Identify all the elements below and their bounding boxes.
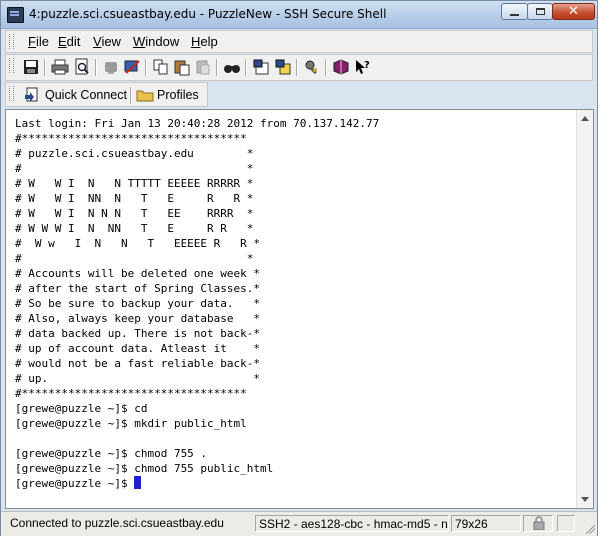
new-file-transfer-icon[interactable] bbox=[274, 58, 292, 76]
menu-view[interactable]: View bbox=[93, 34, 121, 49]
paste-icon[interactable] bbox=[173, 58, 191, 76]
paste-disabled-icon[interactable] bbox=[194, 58, 212, 76]
menu-edit[interactable]: Edit bbox=[58, 34, 80, 49]
terminal-line: # Accounts will be deleted one week * bbox=[15, 267, 261, 280]
minimize-button[interactable] bbox=[501, 3, 528, 20]
terminal-line: # after the start of Spring Classes.* bbox=[15, 282, 261, 295]
terminal-cursor bbox=[134, 476, 142, 489]
terminal-line: # W W I N N TTTTT EEEEE RRRRR * bbox=[15, 177, 254, 190]
terminal-line: # data backed up. There is not back-* bbox=[15, 327, 261, 340]
toolbar-separator bbox=[245, 59, 247, 76]
disconnect-icon[interactable] bbox=[102, 58, 120, 76]
terminal-app-icon bbox=[7, 7, 24, 23]
scroll-down-icon[interactable] bbox=[581, 497, 589, 502]
copy-icon[interactable] bbox=[152, 58, 170, 76]
terminal-line: # up of account data. Atleast it * bbox=[15, 342, 261, 355]
connection-status: Connected to puzzle.sci.csueastbay.edu bbox=[10, 516, 224, 530]
toolbar-separator bbox=[145, 59, 147, 76]
toolbar-separator bbox=[44, 59, 46, 76]
terminal-prompt-line: [grewe@puzzle ~]$ bbox=[15, 476, 142, 490]
terminal-line: # W w I N N T EEEEE R R * bbox=[15, 237, 261, 250]
terminal-line: [grewe@puzzle ~]$ chmod 755 . bbox=[15, 447, 208, 460]
terminal-prompt: [grewe@puzzle ~]$ bbox=[15, 477, 135, 490]
scroll-up-icon[interactable] bbox=[581, 116, 589, 121]
find-icon[interactable] bbox=[223, 58, 241, 76]
terminal-line: # W W I NN N T E R R * bbox=[15, 192, 254, 205]
quick-connect-bar: Quick Connect Profiles bbox=[5, 82, 208, 107]
toolbar-filler bbox=[208, 82, 593, 107]
terminal-line: # Also, always keep your database * bbox=[15, 312, 261, 325]
terminal-line: Last login: Fri Jan 13 20:40:28 2012 fro… bbox=[15, 117, 380, 130]
maximize-icon bbox=[535, 8, 545, 15]
quickbar-grip[interactable] bbox=[9, 86, 14, 101]
terminal-size: 79x26 bbox=[451, 515, 521, 532]
ssh-client-window: 4:puzzle.sci.csueastbay.edu - PuzzleNew … bbox=[0, 0, 598, 536]
folder-icon[interactable] bbox=[136, 86, 154, 104]
encryption-icon[interactable] bbox=[303, 58, 321, 76]
terminal-line: [grewe@puzzle ~]$ mkdir public_html bbox=[15, 417, 247, 430]
terminal-line: # * bbox=[15, 252, 254, 265]
toolbar-grip[interactable] bbox=[9, 58, 14, 73]
toolbar-separator bbox=[95, 59, 97, 76]
toolbar: ? bbox=[5, 54, 593, 81]
terminal-line: # So be sure to backup your data. * bbox=[15, 297, 261, 310]
resize-grip[interactable] bbox=[583, 522, 595, 534]
terminal-line: # W W W I N NN T E R R * bbox=[15, 222, 254, 235]
title-bar[interactable]: 4:puzzle.sci.csueastbay.edu - PuzzleNew … bbox=[1, 1, 597, 29]
settings-icon[interactable] bbox=[123, 58, 141, 76]
status-bar: Connected to puzzle.sci.csueastbay.edu S… bbox=[1, 511, 597, 536]
print-icon[interactable] bbox=[51, 58, 69, 76]
terminal-line: # W W I N N N T EE RRRR * bbox=[15, 207, 254, 220]
quickbar-separator bbox=[130, 87, 132, 104]
menu-file[interactable]: File bbox=[28, 34, 49, 49]
toolbar-separator bbox=[216, 59, 218, 76]
maximize-button[interactable] bbox=[527, 3, 553, 20]
status-pane-end bbox=[557, 515, 575, 532]
close-icon: ✕ bbox=[568, 4, 579, 19]
menu-bar: File Edit View Window Help bbox=[5, 30, 593, 53]
menubar-grip[interactable] bbox=[9, 34, 14, 49]
terminal-line: # * bbox=[15, 162, 254, 175]
close-button[interactable]: ✕ bbox=[552, 3, 595, 20]
terminal-output: Last login: Fri Jan 13 20:40:28 2012 fro… bbox=[15, 116, 379, 491]
save-icon[interactable] bbox=[22, 58, 40, 76]
profiles-button[interactable]: Profiles bbox=[157, 88, 199, 102]
vertical-scrollbar[interactable] bbox=[576, 110, 593, 508]
window-title: 4:puzzle.sci.csueastbay.edu - PuzzleNew … bbox=[29, 7, 387, 21]
terminal-line: #********************************** bbox=[15, 387, 247, 400]
quick-connect-button[interactable]: Quick Connect bbox=[45, 88, 127, 102]
terminal-area[interactable]: Last login: Fri Jan 13 20:40:28 2012 fro… bbox=[5, 109, 594, 509]
help-pointer-icon[interactable]: ? bbox=[353, 58, 371, 76]
quick-connect-icon[interactable] bbox=[23, 86, 41, 104]
terminal-line: [grewe@puzzle ~]$ chmod 755 public_html bbox=[15, 462, 274, 475]
new-terminal-icon[interactable] bbox=[252, 58, 270, 76]
toolbar-separator bbox=[325, 59, 327, 76]
minimize-icon bbox=[510, 13, 519, 16]
cipher-status: SSH2 - aes128-cbc - hmac-md5 - nc bbox=[255, 515, 449, 532]
terminal-line: [grewe@puzzle ~]$ cd bbox=[15, 402, 148, 415]
bookmark-icon[interactable] bbox=[332, 58, 350, 76]
terminal-line: # would not be a fast reliable back-* bbox=[15, 357, 261, 370]
print-preview-icon[interactable] bbox=[73, 58, 91, 76]
menu-help[interactable]: Help bbox=[191, 34, 218, 49]
terminal-line: #********************************** bbox=[15, 132, 247, 145]
terminal-line: # puzzle.sci.csueastbay.edu * bbox=[15, 147, 254, 160]
svg-text:?: ? bbox=[364, 60, 370, 71]
toolbar-separator bbox=[296, 59, 298, 76]
terminal-line: # up. * bbox=[15, 372, 261, 385]
status-lock-icon bbox=[531, 516, 547, 531]
menu-window[interactable]: Window bbox=[133, 34, 179, 49]
